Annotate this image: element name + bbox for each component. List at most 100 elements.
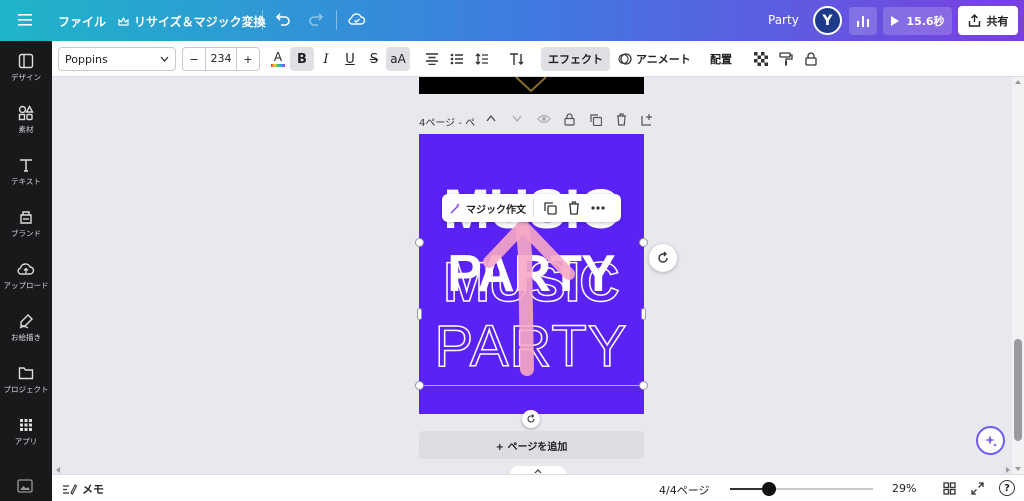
zoom-slider-thumb[interactable] (762, 482, 776, 496)
strikethrough-button[interactable]: S (362, 47, 386, 71)
text-color-letter: A (273, 50, 283, 64)
font-size-decrease-button[interactable]: − (183, 53, 205, 66)
chevron-down-icon[interactable] (512, 115, 522, 122)
animate-button[interactable]: アニメート (618, 47, 691, 71)
underline-button[interactable]: U (338, 47, 362, 71)
sidebar-item-apps[interactable]: アプリ (0, 417, 52, 447)
position-button[interactable]: 配置 (710, 47, 732, 71)
sidebar-item-brand[interactable]: ブランド (0, 209, 52, 239)
delete-page-icon[interactable] (616, 113, 627, 126)
play-icon (890, 15, 900, 27)
cloud-upload-icon (17, 263, 35, 275)
share-button[interactable]: 共有 (958, 6, 1018, 35)
cloud-saved-icon[interactable] (348, 12, 366, 26)
font-size-stepper: − 234 + (182, 47, 260, 71)
eye-hidden-icon[interactable] (537, 114, 551, 124)
grid-view-icon[interactable] (943, 482, 956, 495)
zoom-slider[interactable] (730, 482, 873, 496)
redo-icon[interactable] (308, 12, 324, 26)
duplicate-button[interactable] (538, 196, 562, 220)
user-avatar[interactable]: Y (813, 6, 842, 35)
add-page-icon[interactable] (641, 113, 654, 126)
lock-page-icon[interactable] (564, 113, 575, 126)
sidebar-item-design[interactable]: デザイン (0, 53, 52, 83)
sidebar-item-uploads[interactable]: アップロード (0, 261, 52, 291)
text-color-bar (271, 64, 285, 67)
scroll-down-arrow[interactable] (1015, 467, 1021, 471)
chevron-up-icon[interactable] (486, 115, 496, 122)
spacing-button[interactable] (470, 47, 494, 71)
resize-label: リサイズ＆マジック変換 (134, 15, 266, 29)
undo-icon[interactable] (275, 12, 291, 26)
hamburger-menu-icon[interactable] (18, 13, 32, 27)
vertical-text-button[interactable] (504, 47, 528, 71)
magic-write-button[interactable]: マジック作文 (442, 201, 533, 216)
share-upload-icon (968, 14, 981, 27)
lock-button[interactable] (799, 47, 823, 71)
resize-handle-right[interactable] (641, 308, 646, 320)
sidebar-item-elements[interactable]: 素材 (0, 105, 52, 135)
copy-style-button[interactable] (774, 47, 798, 71)
regenerate-button[interactable] (649, 244, 677, 272)
fullscreen-icon[interactable] (971, 482, 984, 495)
sidebar-item-draw[interactable]: お絵描き (0, 313, 52, 343)
font-family-select[interactable]: Poppins (58, 47, 176, 71)
scroll-right-arrow[interactable] (1006, 467, 1010, 473)
resize-handle-top-left[interactable] (415, 238, 424, 247)
resize-magic-switch-button[interactable]: リサイズ＆マジック変換 (118, 13, 266, 30)
file-menu[interactable]: ファイル (58, 13, 106, 30)
letter-case-button[interactable]: aA (386, 47, 410, 71)
bold-button[interactable]: B (290, 47, 314, 71)
page-count[interactable]: 4/4ページ (659, 482, 709, 498)
list-button[interactable] (445, 47, 469, 71)
rotate-icon (526, 414, 536, 424)
duplicate-page-icon[interactable] (590, 114, 602, 126)
vertical-scrollbar[interactable] (1012, 77, 1024, 474)
share-label: 共有 (986, 14, 1009, 28)
scroll-up-arrow[interactable] (1015, 80, 1021, 84)
transparency-button[interactable] (749, 47, 773, 71)
resize-handle-top-right[interactable] (639, 238, 648, 247)
delete-button[interactable] (562, 196, 586, 220)
resize-handle-left[interactable] (417, 308, 422, 320)
topbar-divider-2 (336, 10, 337, 30)
align-center-button[interactable] (420, 47, 444, 71)
design-page[interactable]: MUSIC MUSIC PARTY PARTY (419, 134, 644, 414)
apps-grid-icon (20, 419, 32, 431)
resize-handle-bottom-right[interactable] (639, 381, 648, 390)
resize-handle-bottom-left[interactable] (415, 381, 424, 390)
magic-assistant-button[interactable] (976, 426, 1005, 455)
design-title[interactable]: Party (768, 13, 799, 27)
refresh-icon (656, 251, 670, 265)
italic-button[interactable]: I (314, 47, 338, 71)
shapes-icon (18, 105, 34, 121)
insights-button[interactable] (849, 7, 877, 35)
photo-icon[interactable] (17, 479, 33, 493)
notes-button[interactable]: メモ (62, 481, 104, 497)
scroll-left-arrow[interactable] (56, 467, 60, 473)
text-color-button[interactable]: A (266, 47, 290, 71)
add-page-button[interactable]: + ページを追加 (419, 431, 644, 459)
layout-icon (18, 53, 34, 69)
play-button[interactable]: 15.6秒 (883, 7, 952, 35)
font-size-increase-button[interactable]: + (237, 53, 259, 66)
notes-pen-icon (62, 483, 77, 495)
previous-page-preview[interactable] (419, 77, 644, 94)
font-size-input[interactable]: 234 (205, 48, 237, 70)
sidebar-item-text[interactable]: テキスト (0, 157, 52, 187)
sidebar-label: プロジェクト (3, 385, 49, 394)
vertical-scroll-thumb[interactable] (1014, 339, 1022, 441)
help-button[interactable]: ? (999, 480, 1015, 496)
animate-icon (618, 52, 632, 66)
rotate-handle[interactable] (522, 410, 540, 428)
help-icon: ? (1004, 482, 1010, 494)
line-spacing-icon (475, 53, 489, 65)
text-t-icon (20, 159, 32, 172)
sidebar-item-projects[interactable]: プロジェクト (0, 365, 52, 395)
pink-arrow-drawing[interactable] (419, 134, 644, 414)
zoom-level[interactable]: 29% (892, 482, 916, 495)
more-options-button[interactable] (586, 196, 610, 220)
play-duration: 15.6秒 (906, 15, 945, 28)
effects-button[interactable]: エフェクト (541, 47, 610, 71)
page-label[interactable]: 4ページ - ペ (419, 114, 475, 129)
